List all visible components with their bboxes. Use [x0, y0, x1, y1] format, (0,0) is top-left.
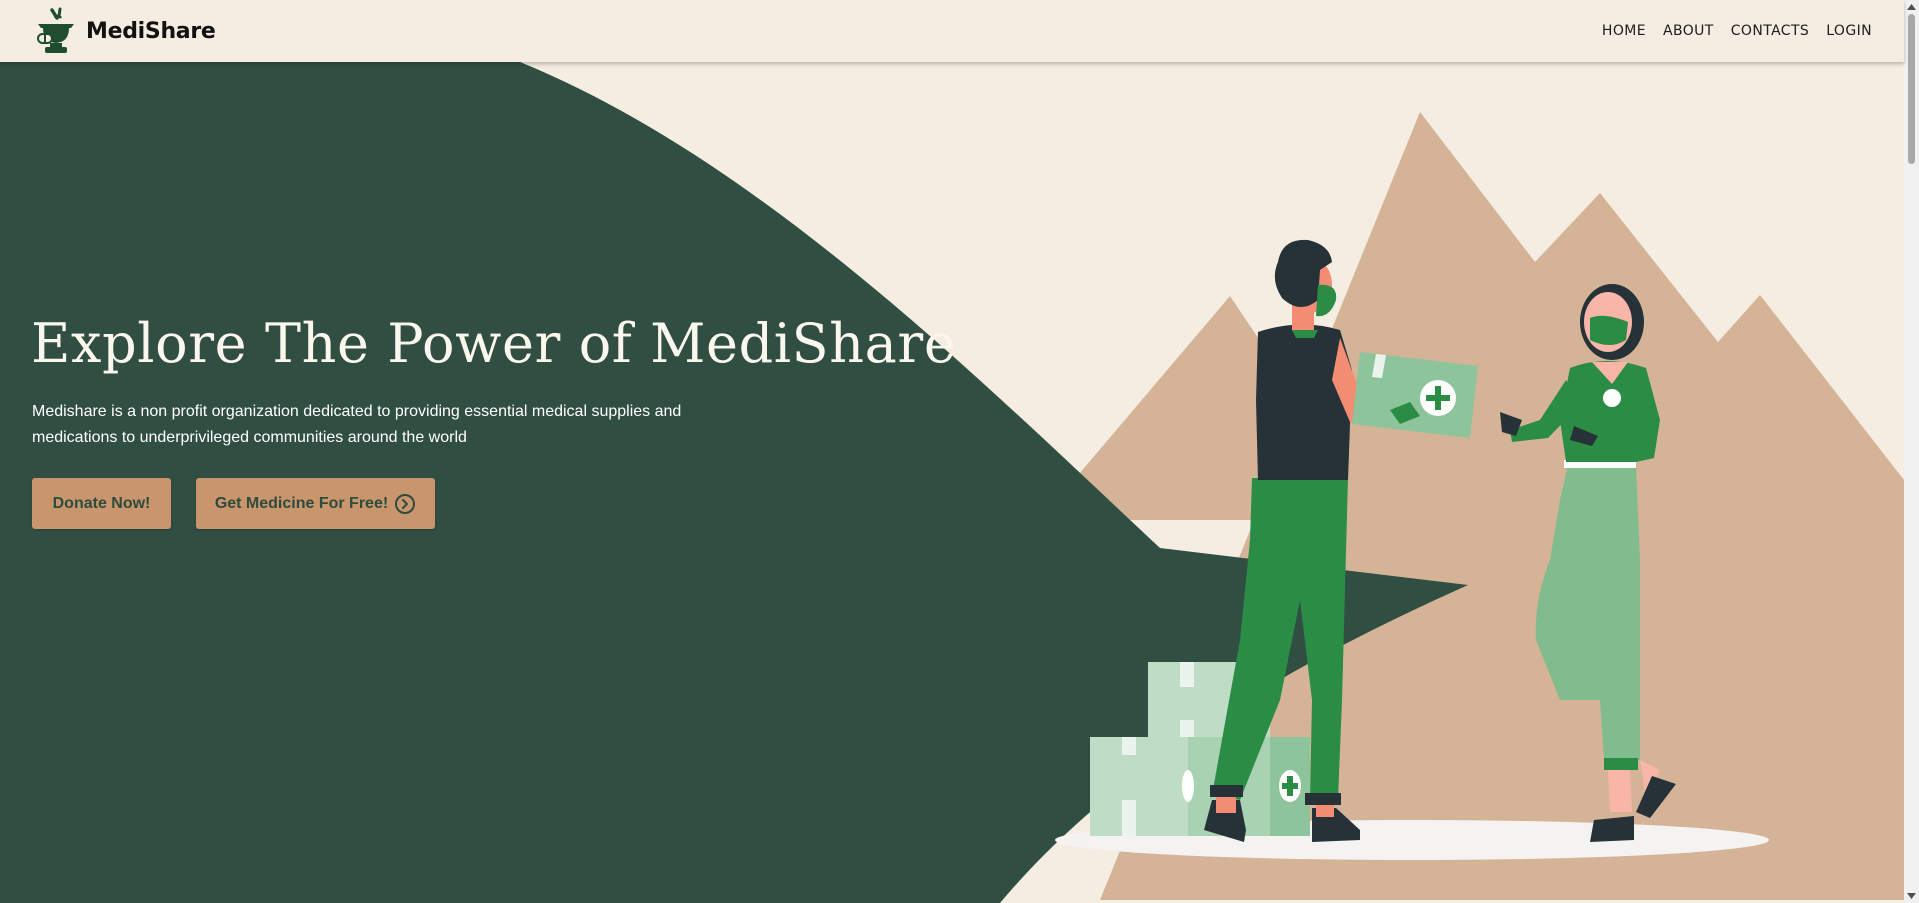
brand-name: MediShare	[86, 18, 216, 44]
held-medicine-box-illustration	[1352, 352, 1478, 438]
hero-title: Explore The Power of MediShare	[31, 312, 957, 375]
get-medicine-free-button[interactable]: Get Medicine For Free!	[196, 478, 435, 529]
scrollbar-thumb[interactable]	[1908, 14, 1915, 164]
nav-login-link[interactable]: LOGIN	[1826, 23, 1872, 39]
scroll-down-arrow-icon[interactable]	[1907, 893, 1916, 899]
brand[interactable]: MediShare	[35, 3, 216, 59]
mortar-pestle-logo-icon	[37, 7, 74, 53]
nav-links: HOME ABOUT CONTACTS LOGIN	[1602, 0, 1872, 62]
nav-contacts-link[interactable]: CONTACTS	[1731, 23, 1809, 39]
nav-home-link[interactable]: HOME	[1602, 23, 1646, 39]
donate-now-button[interactable]: Donate Now!	[32, 478, 171, 529]
page-scrollbar[interactable]	[1904, 0, 1919, 903]
circle-chevron-right-icon	[395, 493, 416, 514]
hero-description: Medishare is a non profit organization d…	[32, 403, 682, 446]
top-navbar: MediShare HOME ABOUT CONTACTS LOGIN	[0, 0, 1904, 62]
donate-now-label: Donate Now!	[52, 494, 151, 512]
get-medicine-label: Get Medicine For Free!	[214, 494, 389, 512]
nav-about-link[interactable]: ABOUT	[1663, 23, 1714, 39]
scroll-up-arrow-icon[interactable]	[1907, 4, 1916, 10]
